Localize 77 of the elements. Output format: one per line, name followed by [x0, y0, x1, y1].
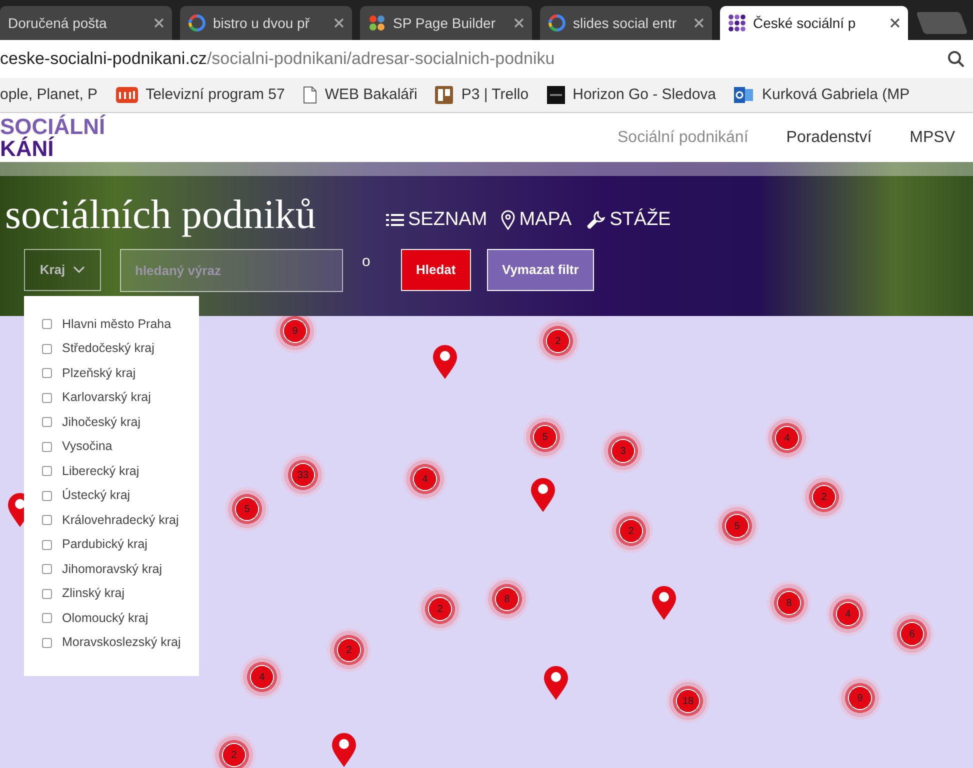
- clear-filter-button[interactable]: Vymazat filtr: [487, 249, 594, 291]
- checkbox[interactable]: [42, 319, 52, 330]
- map-pin-icon[interactable]: [432, 344, 458, 380]
- bookmark-link[interactable]: ople, Planet, P: [0, 84, 98, 106]
- option-label[interactable]: Jihomoravský kraj: [62, 560, 162, 579]
- browser-tab[interactable]: SP Page Builder: [360, 6, 532, 40]
- option-label[interactable]: Královehradecký kraj: [62, 510, 179, 530]
- view-link[interactable]: SEZNAM: [386, 206, 488, 234]
- page-title: sociálních podniků: [5, 190, 316, 239]
- checkbox[interactable]: [42, 368, 52, 378]
- logo-text[interactable]: SOCIÁLNÍ: [0, 116, 106, 138]
- search-field[interactable]: hledaný výraz: [120, 249, 343, 292]
- separator-text: o: [362, 252, 370, 272]
- view-link[interactable]: STÁŽE: [586, 206, 671, 234]
- close-icon[interactable]: [514, 18, 524, 28]
- option-label[interactable]: Ústecký kraj: [62, 486, 130, 506]
- map-pin-icon[interactable]: [651, 585, 677, 621]
- search-button[interactable]: Hledat: [401, 249, 471, 291]
- checkbox[interactable]: [42, 540, 52, 550]
- checkbox[interactable]: [42, 515, 52, 526]
- nav-link[interactable]: MPSV: [910, 126, 955, 150]
- browser-tab[interactable]: slides social entr: [540, 6, 712, 40]
- option-label[interactable]: Zlinský kraj: [62, 584, 125, 604]
- checkbox[interactable]: [42, 588, 52, 599]
- close-icon[interactable]: [890, 18, 900, 28]
- map-pin-icon[interactable]: [331, 732, 357, 768]
- search-icon: [947, 50, 965, 68]
- mail-icon: [734, 86, 754, 104]
- bookmark-link[interactable]: Horizon Go - Sledova: [572, 84, 716, 106]
- ring-icon: [188, 14, 206, 32]
- board-icon: [435, 86, 454, 104]
- checkbox[interactable]: [42, 613, 52, 624]
- region-select[interactable]: Kraj: [24, 249, 101, 291]
- logo-text[interactable]: KÁNÍ: [0, 138, 106, 160]
- checkbox[interactable]: [42, 417, 52, 428]
- bookmark-link[interactable]: P3 | Trello: [461, 84, 529, 106]
- view-link[interactable]: MAPA: [501, 206, 572, 234]
- chevron-icon: [73, 266, 86, 274]
- logo-icon: [116, 86, 138, 104]
- document-icon: [302, 86, 317, 104]
- close-icon[interactable]: [694, 18, 704, 28]
- option-label[interactable]: Karlovarský kraj: [62, 388, 151, 408]
- option-label[interactable]: Pardubický kraj: [62, 535, 148, 554]
- list-icon: [386, 213, 404, 228]
- address-url[interactable]: ceske-socialni-podnikani.cz/socialni-podnikani/adresar-socialnich-podniku: [0, 46, 555, 72]
- bookmark-link[interactable]: Televizní program 57: [146, 84, 285, 106]
- square-icon: [546, 86, 565, 104]
- bookmark-link[interactable]: Kurková Gabriela (MP: [762, 84, 910, 106]
- bookmark-link[interactable]: WEB Bakaláři: [324, 84, 418, 106]
- map-pin-icon[interactable]: [530, 477, 556, 513]
- option-label[interactable]: Jihočeský kraj: [62, 412, 140, 432]
- checkbox[interactable]: [42, 344, 52, 354]
- checkbox[interactable]: [42, 564, 52, 574]
- flower-icon: [368, 14, 386, 32]
- option-label[interactable]: Hlavni město Praha: [62, 314, 172, 334]
- browser-tab[interactable]: bistro u dvou př: [180, 6, 352, 40]
- checkbox[interactable]: [42, 638, 52, 648]
- dot-grid-icon: [728, 14, 746, 32]
- option-label[interactable]: Olomoucký kraj: [62, 608, 148, 628]
- checkbox[interactable]: [42, 442, 52, 452]
- nav-link[interactable]: Poradenství: [786, 126, 872, 150]
- close-icon[interactable]: [154, 18, 164, 28]
- checkbox[interactable]: [42, 490, 52, 501]
- option-label[interactable]: Vysočina: [62, 437, 112, 456]
- option-label[interactable]: Středočeský kraj: [62, 339, 154, 358]
- browser-tab[interactable]: Doručená pošta: [0, 6, 172, 40]
- wrench-icon: [586, 210, 606, 230]
- checkbox[interactable]: [42, 466, 52, 476]
- option-label[interactable]: Plzeňský kraj: [62, 364, 136, 383]
- option-label[interactable]: Liberecký kraj: [62, 462, 140, 481]
- close-icon[interactable]: [334, 18, 344, 28]
- location-pin-icon: [501, 210, 516, 230]
- browser-tab[interactable]: České sociální p: [720, 6, 908, 40]
- checkbox[interactable]: [42, 392, 52, 403]
- ring-icon: [548, 14, 566, 32]
- map-pin-icon[interactable]: [543, 665, 569, 701]
- option-label[interactable]: Moravskoslezský kraj: [62, 633, 181, 652]
